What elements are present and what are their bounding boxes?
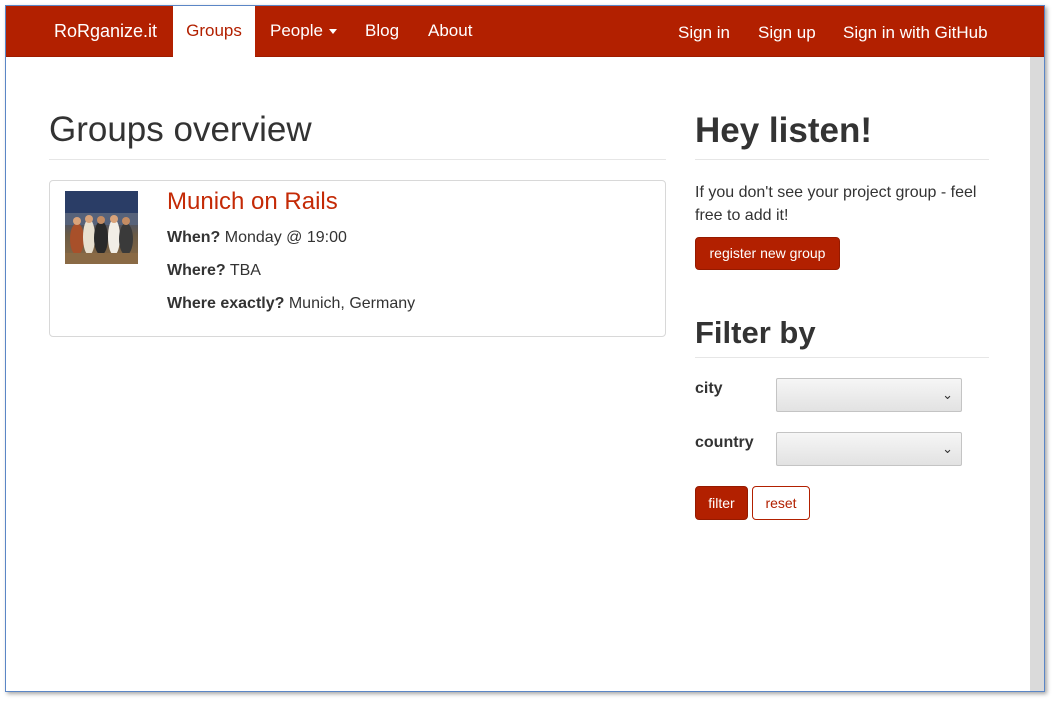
nav-blog[interactable]: Blog (365, 6, 399, 57)
brand-link[interactable]: RoRganize.it (54, 6, 157, 57)
chevron-down-icon: ⌄ (942, 388, 953, 403)
group-photo[interactable] (65, 191, 138, 264)
group-where: Where? TBA (167, 262, 261, 280)
register-new-group-button[interactable]: register new group (695, 237, 840, 270)
chevron-down-icon: ⌄ (942, 442, 953, 457)
group-when-label: When? (167, 229, 221, 246)
sidebar-title-divider (695, 159, 989, 160)
group-where-exactly: Where exactly? Munich, Germany (167, 295, 415, 313)
top-navbar: RoRganize.it Groups People Blog About Si… (6, 6, 1044, 57)
sidebar-text: If you don't see your project group - fe… (695, 184, 977, 224)
group-where-value: TBA (229, 262, 261, 279)
nav-about[interactable]: About (428, 6, 472, 57)
group-when: When? Monday @ 19:00 (167, 229, 347, 247)
group-photo-image (65, 191, 138, 264)
filter-button[interactable]: filter (695, 486, 748, 520)
nav-people-label: People (270, 21, 323, 40)
group-card: Munich on Rails When? Monday @ 19:00 Whe… (49, 180, 666, 337)
group-when-value: Monday @ 19:00 (224, 229, 347, 246)
group-where-exactly-label: Where exactly? (167, 295, 285, 312)
country-select[interactable]: ⌄ (776, 432, 962, 466)
page-title: Groups overview (49, 110, 312, 149)
city-select[interactable]: ⌄ (776, 378, 962, 412)
filter-title: Filter by (695, 315, 816, 350)
scrollbar[interactable] (1030, 57, 1044, 691)
title-divider (49, 159, 666, 160)
city-label: city (695, 380, 723, 397)
sign-in-github-link[interactable]: Sign in with GitHub (843, 8, 988, 59)
country-label: country (695, 434, 754, 451)
filter-title-divider (695, 357, 989, 358)
group-where-exactly-value: Munich, Germany (288, 295, 416, 312)
sign-in-link[interactable]: Sign in (678, 8, 730, 59)
nav-groups[interactable]: Groups (173, 6, 255, 57)
sidebar-title: Hey listen! (695, 111, 872, 150)
reset-button[interactable]: reset (752, 486, 810, 520)
group-name-link[interactable]: Munich on Rails (167, 188, 338, 216)
sign-up-link[interactable]: Sign up (758, 8, 816, 59)
nav-people-dropdown[interactable]: People (270, 6, 337, 57)
browser-viewport: RoRganize.it Groups People Blog About Si… (5, 5, 1045, 692)
group-where-label: Where? (167, 262, 226, 279)
caret-down-icon (328, 29, 337, 35)
